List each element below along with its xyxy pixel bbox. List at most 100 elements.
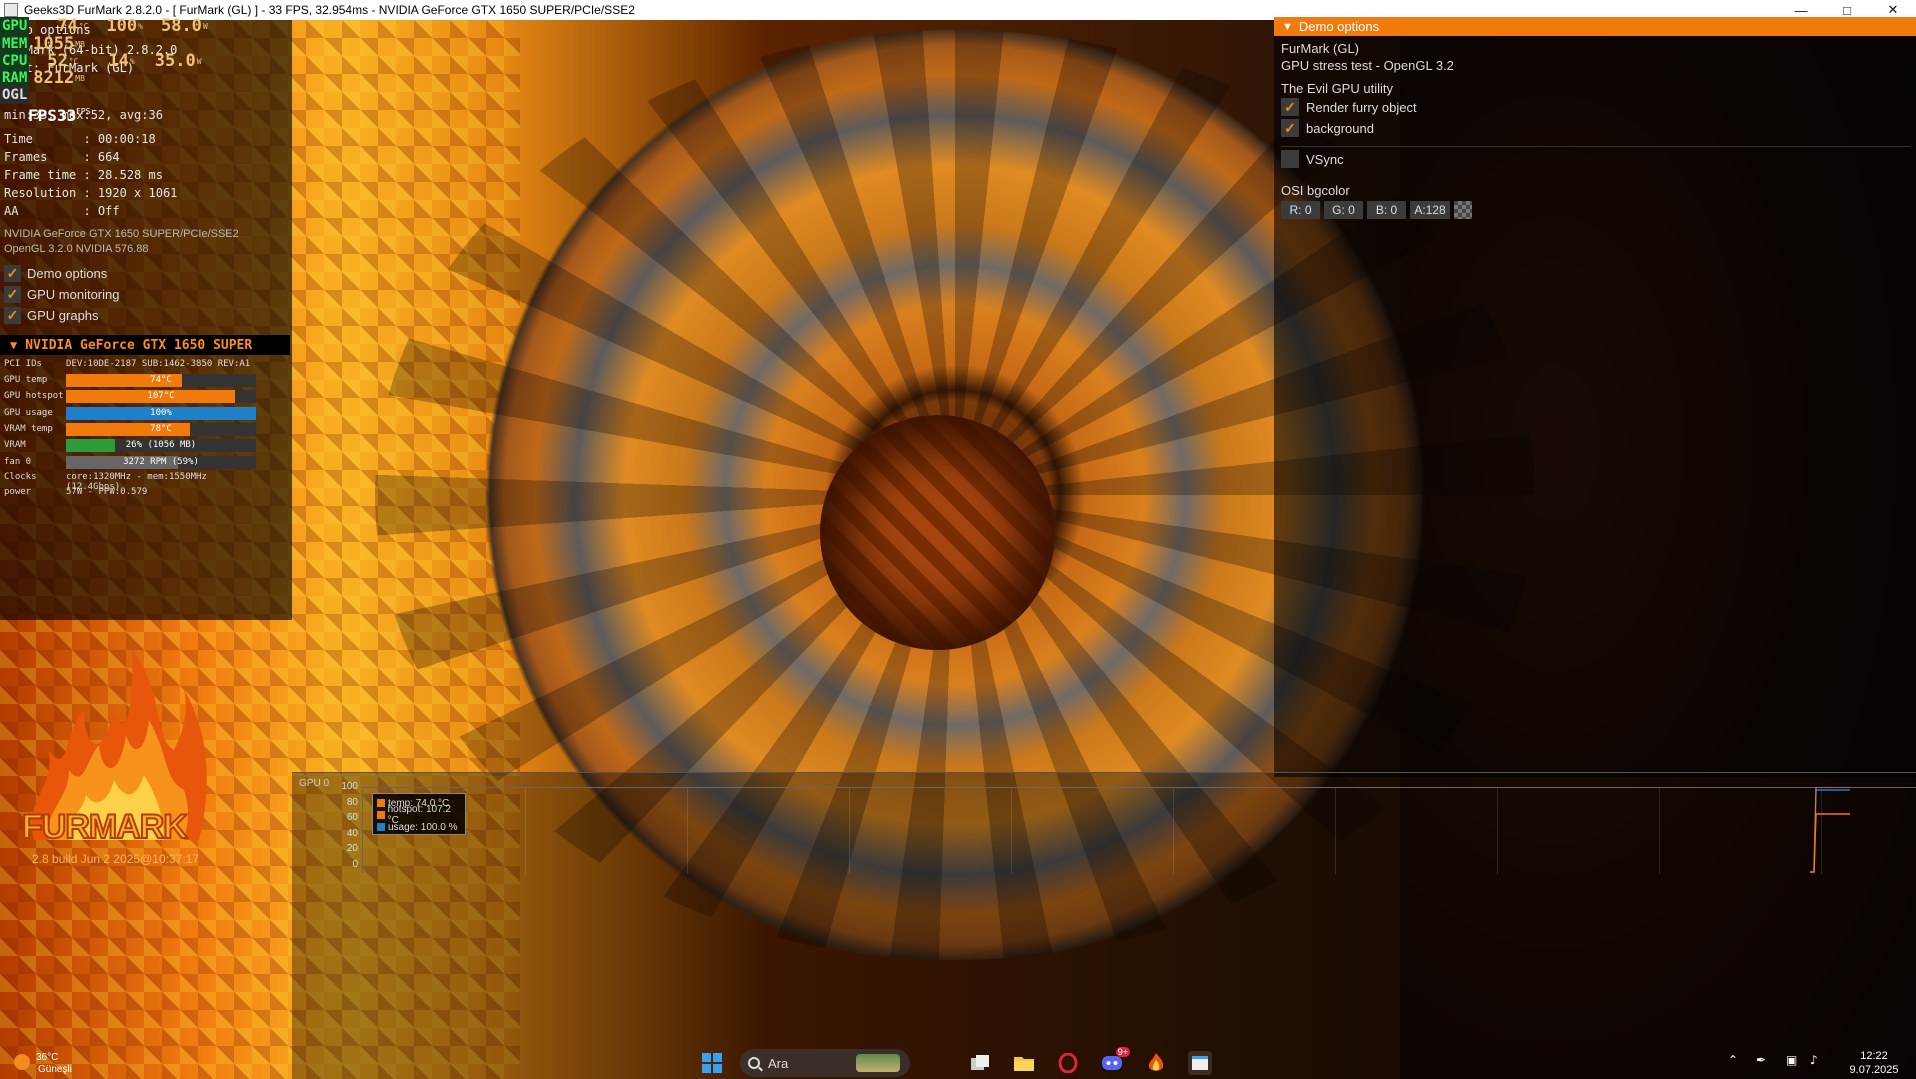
fps-number: 33 (56, 106, 77, 125)
unit-label: % (138, 21, 143, 31)
landscape-widget-icon[interactable] (856, 1054, 900, 1072)
toggle-label: VSync (1306, 151, 1344, 167)
monitor-row: VRAM temp 78°C (4, 423, 256, 437)
osd-gpu-row: GPU 74 °C 100% 58.0 W (0, 16, 208, 36)
search-input[interactable]: Ara (740, 1049, 910, 1077)
checkbox-checked-icon[interactable]: ✓ (4, 285, 21, 303)
section-title: The Evil GPU utility (1281, 81, 1393, 96)
power-value: 57W - PPW:0.579 (66, 487, 148, 497)
chevron-up-icon[interactable]: ⌃ (1728, 1053, 1738, 1067)
app-window-icon[interactable] (1188, 1051, 1212, 1075)
y-tick-label: 40 (346, 827, 358, 839)
toggle-demo-options[interactable]: ✓ Demo options (4, 263, 107, 283)
vsync-toggle[interactable]: VSync (1281, 149, 1344, 169)
checkbox-checked-icon[interactable]: ✓ (1281, 98, 1299, 116)
file-explorer-icon[interactable] (1012, 1051, 1036, 1075)
furmark-icon[interactable] (1144, 1051, 1168, 1075)
background-toggle[interactable]: ✓ background (1281, 118, 1374, 138)
pci-ids-row: PCI IDs DEV:10DE-2187 SUB:1462-3850 REV:… (4, 358, 256, 372)
toggle-gpu-graphs[interactable]: ✓ GPU graphs (4, 305, 99, 325)
grid-line (1173, 788, 1174, 874)
osi-bgcolor-label: OSI bgcolor (1281, 183, 1350, 198)
weather-widget[interactable]: 36°C Güneşli (14, 1052, 94, 1078)
monitor-label: fan 0 (4, 457, 32, 467)
osd-cpu-row: CPU 52 °C 14% 35.0 W (0, 51, 202, 71)
y-tick-label: 0 (352, 859, 358, 870)
grid-line (1497, 788, 1498, 874)
legend-entry: hotspot: 107.2 °C (377, 804, 461, 826)
gpu-monitor-header[interactable]: ▼ NVIDIA GeForce GTX 1650 SUPER (0, 335, 290, 355)
osd-ram-row: RAM 8212 MB (0, 68, 85, 88)
fps-value: FPS33 (28, 106, 76, 125)
mem-badge: MEM (0, 35, 30, 53)
ogl-badge: OGL (0, 86, 30, 104)
furmark-logo-text: FURMARK (21, 807, 189, 847)
cpu-usage-value: 14 (108, 51, 129, 71)
donut-hole (820, 415, 1055, 650)
gpu-usage-value: 100 (106, 16, 138, 36)
unit-label: % (129, 56, 135, 66)
legend-entry: usage: 100.0 % (377, 821, 461, 833)
monitor-label: GPU usage (4, 408, 53, 418)
demo-options-header[interactable]: ▼ Demo options (1274, 17, 1916, 36)
pci-label: PCI IDs (4, 359, 42, 369)
graph-gpu-label: GPU 0 (299, 778, 330, 789)
grid-line (687, 788, 688, 874)
checkbox-checked-icon[interactable]: ✓ (4, 306, 21, 324)
stat-time: Time : 00:00:18 (4, 132, 156, 146)
unit-label: °C (78, 21, 89, 31)
taskbar-clock[interactable]: 12:22 9.07.2025 (1844, 1049, 1904, 1077)
notification-badge: 9+ (1115, 1047, 1130, 1057)
graph-plot-area (362, 787, 1916, 874)
discord-icon[interactable]: 9+ (1100, 1047, 1130, 1075)
osd-overlay: GPU 74 °C 100% 58.0 W MEM 1055 MB CPU 52 °C … (0, 16, 290, 125)
app-icon (4, 3, 18, 17)
checkbox-checked-icon[interactable]: ✓ (1281, 119, 1299, 137)
bgcolor-r-field[interactable]: R: 0 (1281, 201, 1320, 219)
gpu-temp-value: 74 (57, 16, 78, 36)
monitor-label: VRAM (4, 440, 26, 450)
gpu-power-value: 58.0 (160, 16, 202, 36)
bgcolor-g-field[interactable]: G: 0 (1324, 201, 1363, 219)
gpu-badge: GPU (0, 17, 30, 35)
windows-taskbar: 36°C Güneşli Ara 9+ ⌃ ✒ ▣ ♪ 12:22 9.07.2… (0, 1047, 1916, 1079)
checkbox-unchecked-icon[interactable] (1281, 150, 1299, 168)
checkbox-checked-icon[interactable]: ✓ (4, 264, 21, 282)
osd-mem-row: MEM 1055 MB (0, 34, 85, 54)
grid-line (525, 788, 526, 874)
graph-series-lines (1810, 787, 1850, 873)
monitor-row: GPU usage 100% (4, 407, 256, 421)
y-tick-label: 60 (346, 812, 358, 824)
unit-label: °C (68, 56, 79, 66)
toggle-gpu-monitoring[interactable]: ✓ GPU monitoring (4, 284, 119, 304)
grid-line (1335, 788, 1336, 874)
demo-options-title: Demo options (1298, 19, 1380, 34)
render-furry-toggle[interactable]: ✓ Render furry object (1281, 97, 1417, 117)
monitor-label: VRAM temp (4, 424, 53, 434)
windows-start-icon[interactable] (700, 1051, 724, 1075)
task-view-icon[interactable] (968, 1051, 992, 1075)
osd-ogl-row: OGL (0, 86, 30, 104)
bgcolor-a-field[interactable]: A:128 (1410, 201, 1450, 219)
cpu-badge: CPU (0, 52, 30, 70)
build-info: 2.8 build Jun 2 2025@10:37:17 (32, 852, 199, 866)
collapse-triangle-icon[interactable]: ▼ (10, 338, 17, 352)
cpu-power-value: 35.0 (154, 51, 196, 71)
monitor-value: 74°C (150, 375, 172, 385)
window-title: Geeks3D FurMark 2.8.2.0 - [ FurMark (GL)… (24, 3, 635, 17)
collapse-triangle-icon[interactable]: ▼ (1282, 21, 1293, 33)
monitor-label: GPU temp (4, 375, 48, 385)
ram-value: 8212 (33, 68, 75, 88)
clocks-label: Clocks (4, 472, 37, 482)
bgcolor-b-field[interactable]: B: 0 (1367, 201, 1406, 219)
color-preview-swatch[interactable] (1454, 201, 1472, 219)
stat-frame-time: Frame time : 28.528 ms (4, 168, 163, 182)
pen-icon[interactable]: ✒ (1756, 1053, 1766, 1067)
monitor-row: GPU temp 74°C (4, 374, 256, 388)
stat-resolution: Resolution : 1920 x 1061 (4, 186, 178, 200)
network-icon[interactable]: ▣ (1786, 1053, 1797, 1067)
stat-aa: AA : Off (4, 204, 120, 218)
unit-label: W (202, 21, 208, 31)
opera-icon[interactable] (1056, 1051, 1080, 1075)
volume-icon[interactable]: ♪ (1810, 1053, 1818, 1067)
